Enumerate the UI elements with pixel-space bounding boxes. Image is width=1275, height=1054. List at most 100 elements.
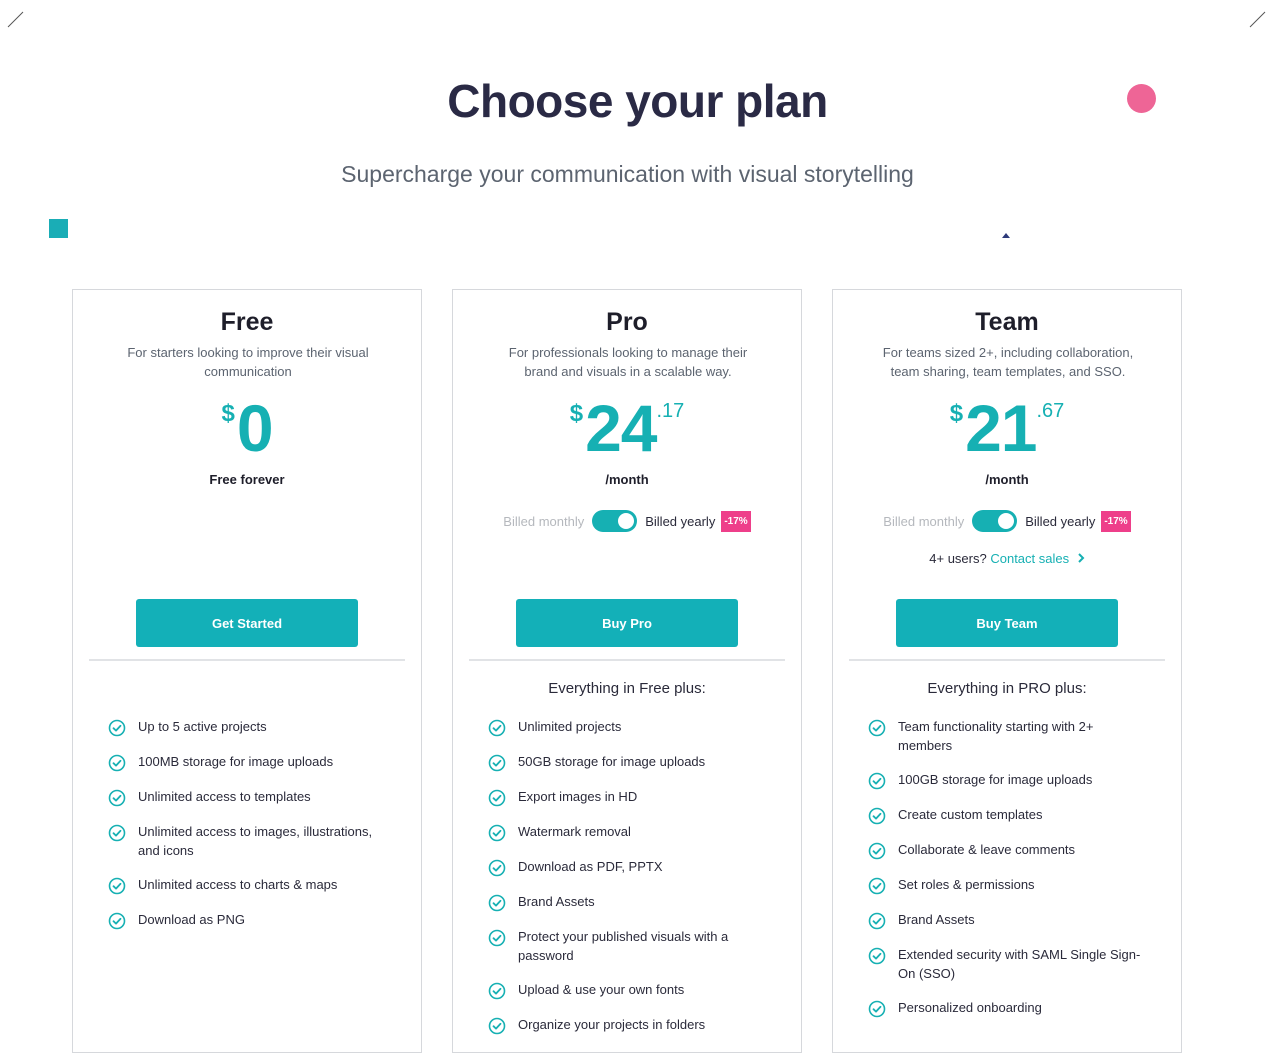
price-currency: $ [949,400,964,427]
plan-period: /month [605,472,649,487]
price-currency: $ [221,400,235,427]
check-circle-icon [488,894,506,912]
features-heading: Everything in Free plus: [548,680,706,697]
price-amount: 0 [236,391,274,465]
feature-item: Set roles & permissions [868,875,1148,895]
chevron-right-icon[interactable] [1077,553,1085,563]
check-circle-icon [868,807,886,825]
feature-text: Up to 5 active projects [138,719,267,734]
discount-badge: -17% [721,510,751,532]
billed-yearly-label[interactable]: Billed yearly [645,514,715,529]
feature-text: Unlimited access to images, illustration… [138,824,373,858]
feature-item: Download as PDF, PPTX [488,857,768,877]
feature-item: Personalized onboarding [868,998,1148,1018]
feature-list: Unlimited projects 50GB storage for image… [488,717,768,1050]
feature-text: Upload & use your own fonts [518,982,685,997]
billed-yearly-label[interactable]: Billed yearly [1025,514,1095,529]
check-circle-icon [868,877,886,895]
check-circle-icon [108,912,126,930]
buy-team-button[interactable]: Buy Team [896,599,1118,647]
plan-period: /month [985,472,1029,487]
feature-list: Up to 5 active projects 100MB storage for… [108,717,388,945]
features-heading: Everything in PRO plus: [927,680,1087,697]
billing-toggle-row: Billed monthly Billed yearly -17% [833,510,1181,532]
check-circle-icon [488,1017,506,1035]
feature-item: Watermark removal [488,822,768,842]
plan-name: Pro [606,308,648,336]
check-circle-icon [108,877,126,895]
feature-text: Unlimited access to templates [138,789,311,804]
plan-card-team: Team For teams sized 2+, including colla… [832,289,1182,1053]
feature-text: Download as PNG [138,912,245,927]
feature-text: Export images in HD [518,789,638,804]
feature-item: Download as PNG [108,910,388,930]
contact-sales-row: 4+ users? Contact sales [833,551,1181,566]
plan-card-free: Free For starters looking to improve the… [72,289,422,1053]
feature-text: 50GB storage for image uploads [518,754,706,769]
plan-price: $21.67 [833,390,1181,466]
feature-item: Create custom templates [868,805,1148,825]
feature-item: Upload & use your own fonts [488,980,768,1000]
page-subtitle: Supercharge your communication with visu… [341,161,914,187]
feature-text: Organize your projects in folders [518,1017,706,1032]
feature-item: Extended security with SAML Single Sign-… [868,945,1148,983]
get-started-button[interactable]: Get Started [136,599,358,647]
feature-text: Unlimited access to charts & maps [138,877,338,892]
check-circle-icon [868,947,886,965]
toggle-knob [618,513,635,529]
feature-text: Extended security with SAML Single Sign-… [898,947,1141,981]
plan-name: Free [220,308,274,336]
feature-text: Team functionality starting with 2+ memb… [898,719,1094,753]
check-circle-icon [108,754,126,772]
plan-description: For starters looking to improve their vi… [127,345,369,379]
discount-badge: -17% [1101,510,1131,532]
billing-toggle[interactable] [592,510,638,532]
feature-text: Protect your published visuals with a pa… [518,929,729,963]
check-circle-icon [488,982,506,1000]
contact-sales-link[interactable]: Contact sales [990,551,1069,566]
feature-item: 100MB storage for image uploads [108,752,388,772]
check-circle-icon [868,842,886,860]
feature-item: Unlimited projects [488,717,768,737]
check-circle-icon [108,719,126,737]
card-divider [849,659,1165,661]
feature-item: Collaborate & leave comments [868,840,1148,860]
feature-text: Brand Assets [898,912,975,927]
plan-card-pro: Pro For professionals looking to manage … [452,289,802,1053]
plan-period: Free forever [209,472,285,487]
decorative-teal-square [49,219,68,238]
toggle-knob [998,513,1015,529]
feature-text: Unlimited projects [518,719,622,734]
feature-text: Watermark removal [518,824,631,839]
decorative-triangle [1002,233,1010,238]
billing-toggle[interactable] [972,510,1018,532]
check-circle-icon [488,929,506,947]
price-amount: 24 [585,391,657,465]
feature-item: Brand Assets [488,892,768,912]
buy-pro-button[interactable]: Buy Pro [516,599,738,647]
contact-prefix: 4+ users? [929,551,987,566]
decorative-slash-left-icon [7,11,24,28]
billed-monthly-label[interactable]: Billed monthly [503,514,584,529]
feature-item: Up to 5 active projects [108,717,388,737]
feature-item: Unlimited access to charts & maps [108,875,388,895]
check-circle-icon [868,719,886,737]
feature-item: Unlimited access to images, illustration… [108,822,388,860]
price-currency: $ [569,400,584,427]
feature-item: Export images in HD [488,787,768,807]
plan-price: $24.17 [453,390,801,466]
plan-description: For professionals looking to manage thei… [508,345,748,379]
check-circle-icon [868,1000,886,1018]
check-circle-icon [868,912,886,930]
feature-text: 100GB storage for image uploads [898,772,1093,787]
check-circle-icon [488,859,506,877]
billed-monthly-label[interactable]: Billed monthly [883,514,964,529]
feature-text: Personalized onboarding [898,1000,1042,1015]
billing-toggle-row: Billed monthly Billed yearly -17% [453,510,801,532]
check-circle-icon [488,719,506,737]
price-cents: .17 [656,400,685,422]
feature-text: Brand Assets [518,894,595,909]
plan-name: Team [975,308,1039,336]
feature-text: Download as PDF, PPTX [518,859,663,874]
feature-item: Protect your published visuals with a pa… [488,927,768,965]
